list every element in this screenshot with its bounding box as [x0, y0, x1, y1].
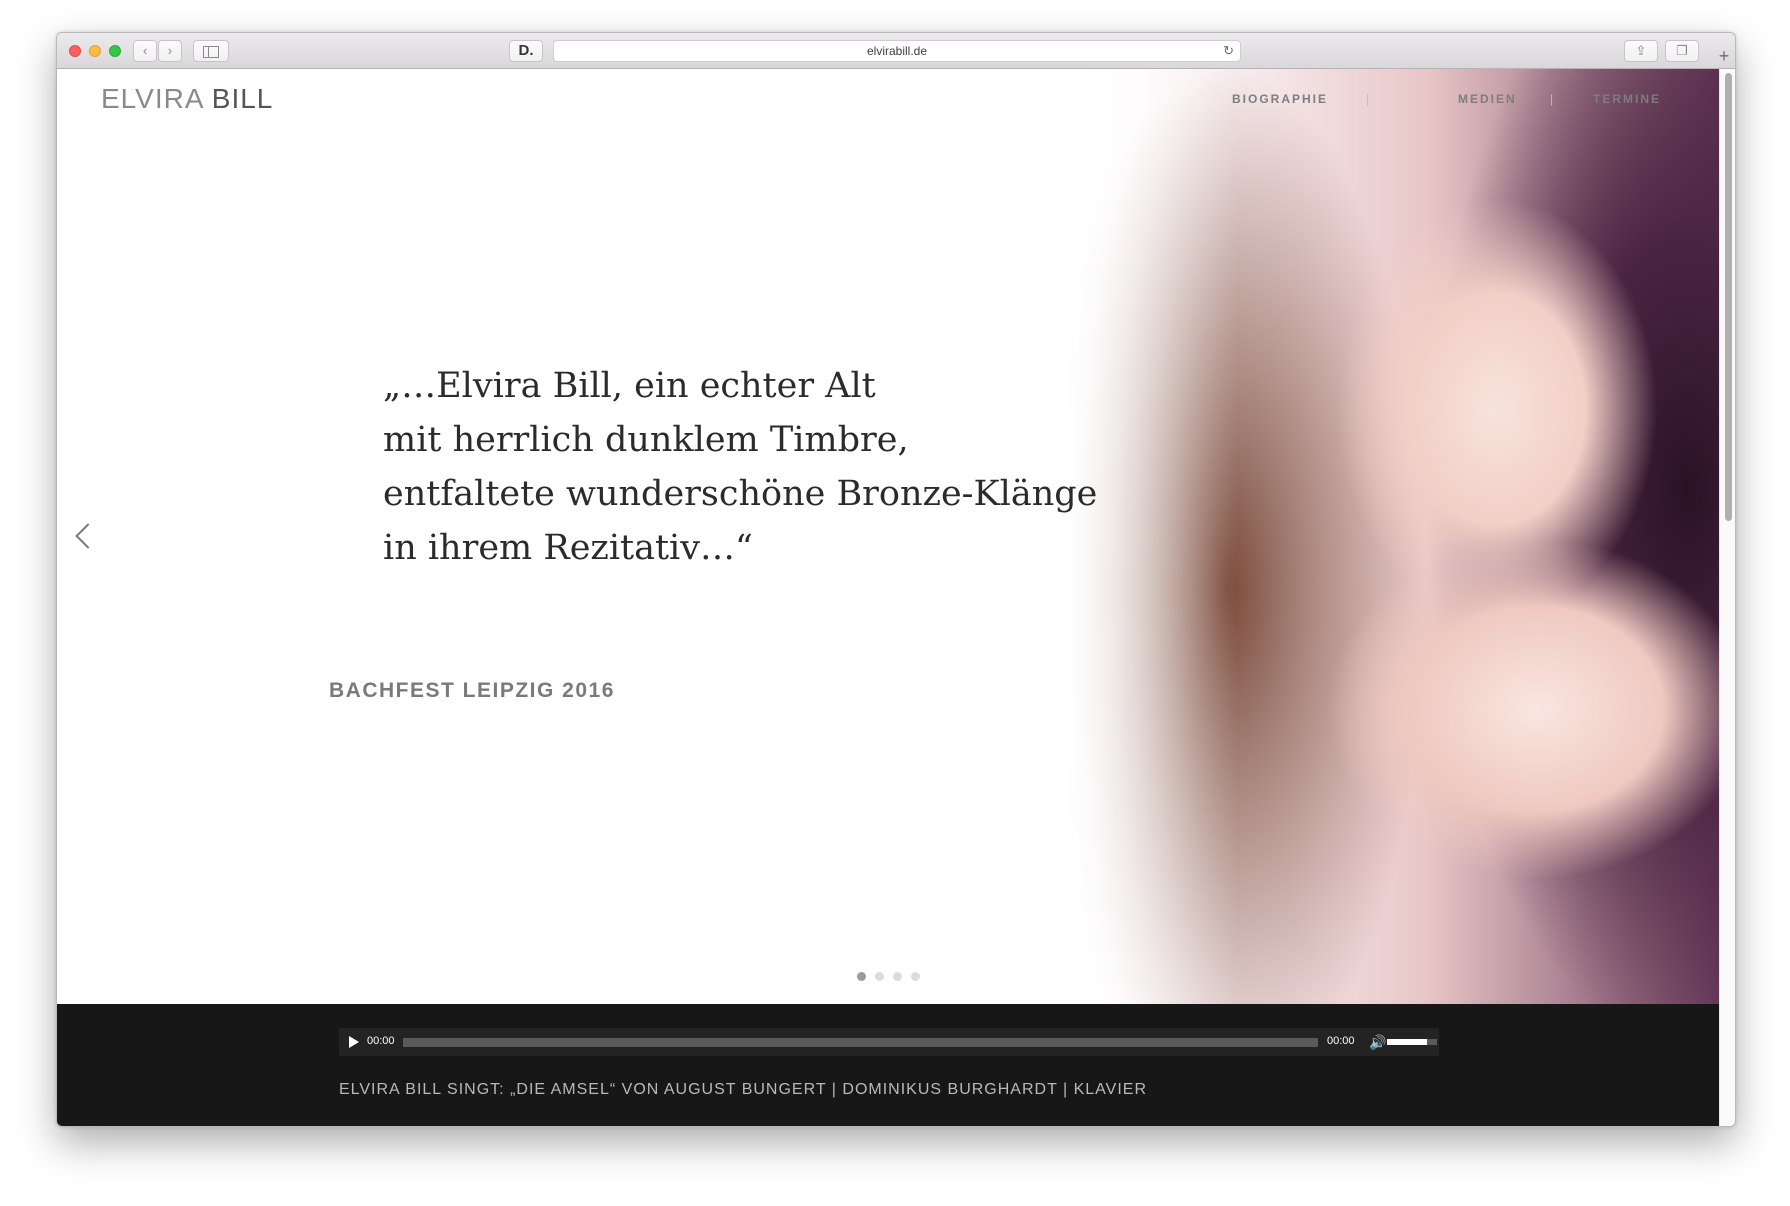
nav-separator: |	[1550, 92, 1556, 106]
page-viewport: ELVIRA BILL BIOGRAPHIE | MEDIEN | TERMIN…	[57, 69, 1719, 1126]
reload-icon[interactable]: ↻	[1223, 41, 1234, 61]
site-logo[interactable]: ELVIRA BILL	[101, 83, 273, 115]
chevron-left-icon: ‹	[142, 43, 148, 58]
logo-last-name: BILL	[211, 83, 274, 114]
quote-line: „…Elvira Bill, ein echter Alt	[383, 366, 876, 406]
quote-line: entfaltete wunderschöne Bronze-Klänge	[383, 474, 1098, 514]
reader-extension-button[interactable]: D.	[509, 40, 543, 62]
slider-dot[interactable]	[893, 972, 902, 981]
duration: 00:00	[1327, 1035, 1355, 1047]
volume-fill	[1387, 1039, 1427, 1045]
zoom-window-button[interactable]	[109, 45, 121, 57]
tabs-icon: ❐	[1676, 43, 1688, 58]
tabs-overview-button[interactable]: ❐	[1665, 40, 1699, 62]
progress-slider[interactable]	[403, 1038, 1318, 1047]
logo-first-name: ELVIRA	[101, 83, 203, 114]
volume-slider[interactable]	[1387, 1039, 1437, 1045]
portrait-photo	[1067, 69, 1719, 1004]
audio-player-bar: 00:00 00:00 🔊 ELVIRA BILL SINGT: „DIE AM…	[57, 1004, 1719, 1126]
play-icon[interactable]	[349, 1036, 359, 1048]
back-button[interactable]: ‹	[133, 40, 157, 62]
hero-slider: ELVIRA BILL BIOGRAPHIE | MEDIEN | TERMIN…	[57, 69, 1719, 1004]
close-window-button[interactable]	[69, 45, 81, 57]
sidebar-icon	[203, 46, 219, 58]
slider-prev-arrow-icon[interactable]	[75, 523, 101, 549]
scrollbar-thumb[interactable]	[1725, 73, 1732, 521]
slider-dot[interactable]	[857, 972, 866, 981]
sidebar-button[interactable]	[193, 40, 229, 62]
share-button[interactable]: ⇪	[1624, 40, 1658, 62]
audio-player: 00:00 00:00 🔊	[339, 1028, 1439, 1056]
nav-item-termine[interactable]: TERMINE	[1593, 92, 1661, 106]
nav-separator: |	[1366, 92, 1372, 106]
url-text: elvirabill.de	[866, 44, 928, 58]
audio-caption: ELVIRA BILL SINGT: „DIE AMSEL“ VON AUGUS…	[339, 1081, 1148, 1098]
press-quote: „…Elvira Bill, ein echter Alt mit herrli…	[383, 359, 1098, 575]
chevron-right-icon: ›	[167, 43, 173, 58]
plus-icon: +	[1718, 46, 1730, 66]
new-tab-button[interactable]: +	[1713, 43, 1735, 69]
current-time: 00:00	[367, 1035, 395, 1047]
nav-item-biographie[interactable]: BIOGRAPHIE	[1232, 92, 1328, 106]
quote-line: mit herrlich dunklem Timbre,	[383, 420, 909, 460]
slider-dot[interactable]	[875, 972, 884, 981]
address-bar[interactable]: elvirabill.de ↻	[553, 40, 1241, 62]
reader-extension-icon: D.	[518, 42, 534, 59]
volume-icon[interactable]: 🔊	[1369, 1034, 1386, 1050]
browser-window: ‹ › D. elvirabill.de ↻ ⇪ ❐ + ELVIRA BILL…	[56, 32, 1736, 1127]
page-scrollbar[interactable]	[1719, 69, 1735, 1126]
browser-toolbar: ‹ › D. elvirabill.de ↻ ⇪ ❐ +	[57, 33, 1735, 69]
quote-source: BACHFEST LEIPZIG 2016	[329, 679, 615, 702]
slider-dot[interactable]	[911, 972, 920, 981]
minimize-window-button[interactable]	[89, 45, 101, 57]
forward-button[interactable]: ›	[158, 40, 182, 62]
share-icon: ⇪	[1635, 43, 1647, 58]
nav-item-medien[interactable]: MEDIEN	[1458, 92, 1517, 106]
quote-line: in ihrem Rezitativ…“	[383, 528, 753, 568]
